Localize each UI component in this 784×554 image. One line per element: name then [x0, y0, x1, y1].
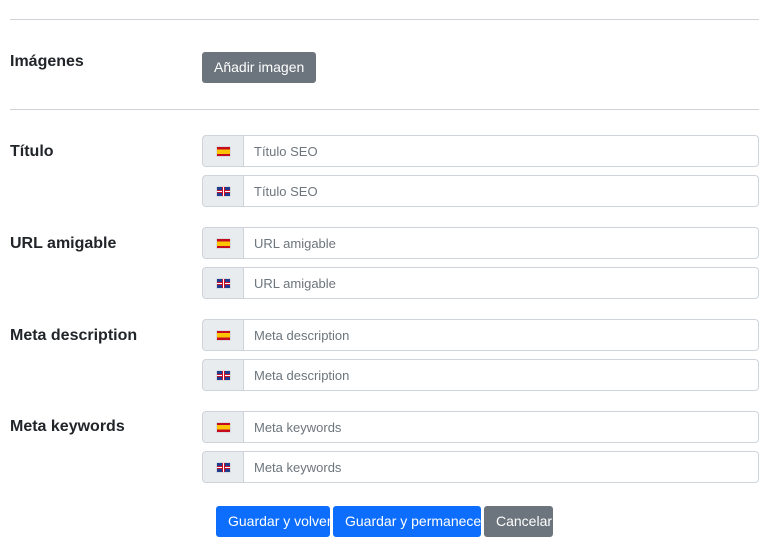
flag-spain-icon	[216, 330, 230, 340]
url-en-input[interactable]	[244, 267, 759, 299]
flag-uk-icon	[216, 278, 230, 288]
save-and-stay-button[interactable]: Guardar y permanecer	[333, 506, 486, 537]
title-en-input[interactable]	[244, 175, 759, 207]
add-image-button[interactable]: Añadir imagen	[202, 52, 317, 83]
title-en-addon	[202, 175, 244, 207]
url-es-addon	[202, 227, 244, 259]
title-label: Título	[10, 143, 54, 160]
title-es-addon	[202, 135, 244, 167]
title-en-group	[202, 175, 759, 207]
flag-spain-icon	[216, 238, 230, 248]
images-divider	[10, 109, 759, 110]
meta-keywords-es-addon	[202, 411, 244, 443]
meta-description-label: Meta description	[10, 327, 138, 344]
meta-description-es-addon	[202, 319, 244, 351]
title-es-input[interactable]	[244, 135, 759, 167]
flag-uk-icon	[216, 370, 230, 380]
top-divider	[10, 19, 759, 20]
flag-uk-icon	[216, 462, 230, 472]
flag-spain-icon	[216, 422, 230, 432]
images-label: Imágenes	[10, 53, 84, 70]
meta-description-en-group	[202, 359, 759, 391]
meta-keywords-es-input[interactable]	[244, 411, 759, 443]
url-en-addon	[202, 267, 244, 299]
meta-keywords-label: Meta keywords	[10, 418, 125, 435]
flag-uk-icon	[216, 186, 230, 196]
save-and-back-button[interactable]: Guardar y volver	[216, 506, 331, 537]
meta-keywords-es-group	[202, 411, 759, 443]
meta-description-es-group	[202, 319, 759, 351]
meta-keywords-en-addon	[202, 451, 244, 483]
flag-spain-icon	[216, 146, 230, 156]
url-en-group	[202, 267, 759, 299]
meta-keywords-en-group	[202, 451, 759, 483]
meta-description-en-input[interactable]	[244, 359, 759, 391]
url-label: URL amigable	[10, 235, 117, 252]
meta-keywords-en-input[interactable]	[244, 451, 759, 483]
url-es-group	[202, 227, 759, 259]
meta-description-en-addon	[202, 359, 244, 391]
url-es-input[interactable]	[244, 227, 759, 259]
cancel-button[interactable]: Cancelar	[484, 506, 553, 537]
meta-description-es-input[interactable]	[244, 319, 759, 351]
title-es-group	[202, 135, 759, 167]
